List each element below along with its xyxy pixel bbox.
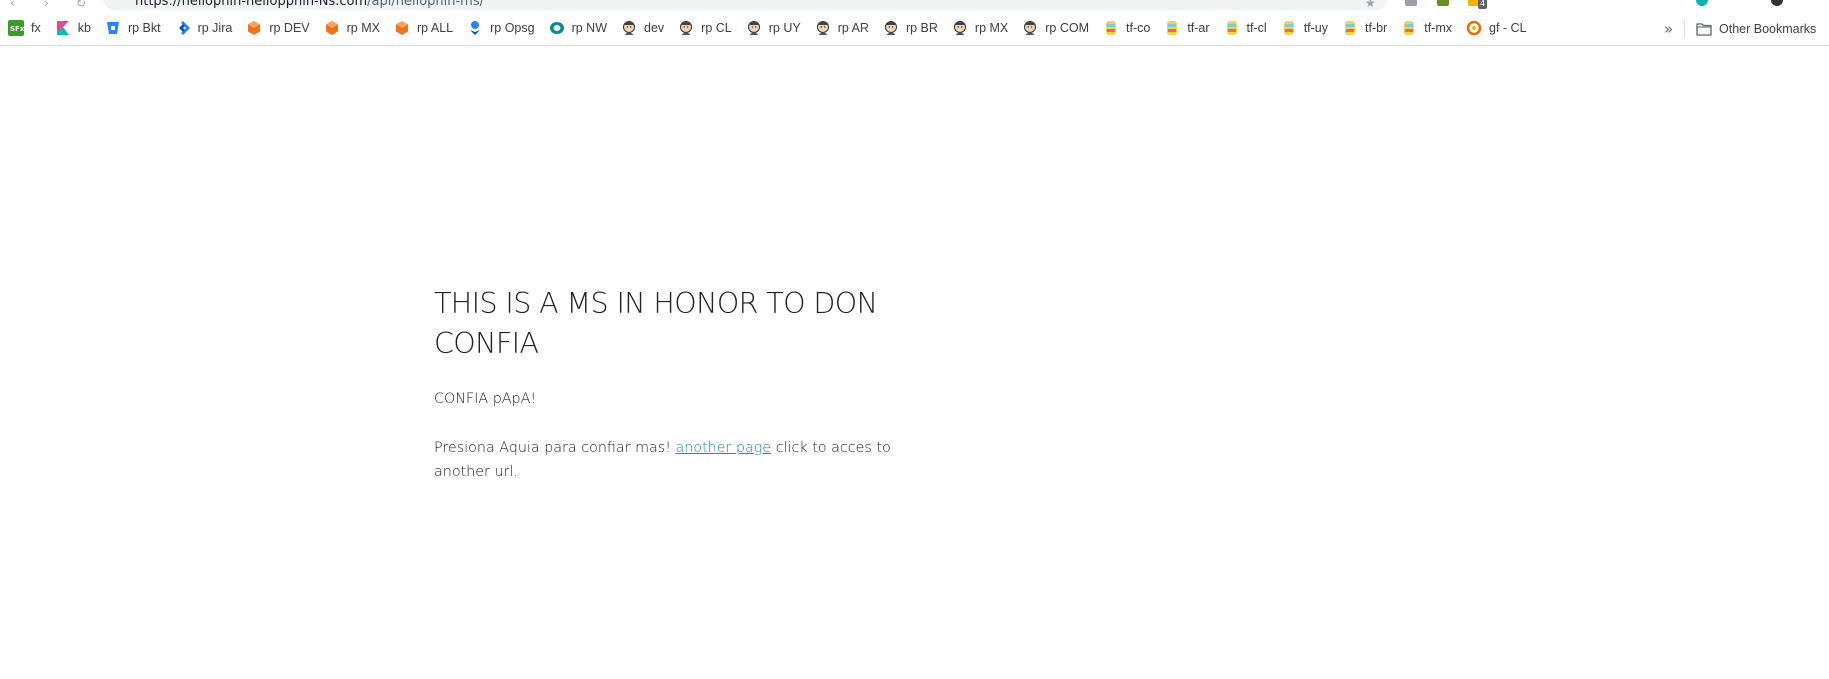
jira-icon <box>175 20 191 36</box>
bookmark-kb[interactable]: kb <box>55 15 91 41</box>
bookmark-label: tf-ar <box>1187 21 1210 35</box>
bookmark-tf-br[interactable]: tf-br <box>1342 15 1387 41</box>
bookmark-rp-ar[interactable]: rp AR <box>815 15 869 41</box>
jenkins-icon <box>883 20 899 36</box>
orange-hexagon-icon <box>246 20 262 36</box>
another-page-link[interactable]: another page <box>676 440 772 456</box>
bookmark-rp-br[interactable]: rp BR <box>883 15 938 41</box>
tagline: CONFIA pApA! <box>434 391 537 407</box>
bookmark-label: tf-cl <box>1246 21 1267 35</box>
teamcity-icon <box>1401 20 1417 36</box>
bookmark-rp-all[interactable]: rp ALL <box>394 15 453 41</box>
bookmarks-overflow-button[interactable]: » <box>1664 11 1673 46</box>
page-title: THIS IS A MS IN HONOR TO DON CONFIA <box>434 287 878 360</box>
bookmark-label: rp CL <box>701 21 732 35</box>
profile-avatar[interactable] <box>1771 0 1783 6</box>
bookmark-rp-mx[interactable]: rp MX <box>952 15 1008 41</box>
bookmark-fx[interactable]: SFx fx <box>8 15 41 41</box>
bookmark-label: rp Bkt <box>127 21 161 35</box>
other-bookmarks-label: Other Bookmarks <box>1719 21 1817 36</box>
link-intro-text: Presiona Aquia para confiar mas! <box>434 440 676 456</box>
jenkins-icon <box>1022 20 1038 36</box>
browser-toolbar: ‹ › ↻ https://hellophin-hellopphin-Ns.co… <box>0 0 1829 11</box>
folder-icon <box>1696 21 1712 37</box>
newrelic-icon <box>549 20 565 36</box>
svg-text:SFx: SFx <box>10 25 24 33</box>
jenkins-icon <box>815 20 831 36</box>
bookmark-label: rp MX <box>974 21 1009 35</box>
bookmark-tf-ar[interactable]: tf-ar <box>1164 15 1210 41</box>
teamcity-icon <box>1103 20 1119 36</box>
bookmark-label: gf - CL <box>1489 21 1527 35</box>
page-content: THIS IS A MS IN HONOR TO DON CONFIA CONF… <box>434 284 894 484</box>
jenkins-icon <box>621 20 637 36</box>
extension-badge: 4 <box>1478 0 1488 9</box>
opsgenie-icon <box>467 20 483 36</box>
bookmark-gf-cl[interactable]: gf - CL <box>1466 15 1527 41</box>
forward-icon[interactable]: › <box>44 0 49 10</box>
bookmark-label: rp ALL <box>416 21 454 35</box>
reload-icon[interactable]: ↻ <box>76 0 86 10</box>
bookmark-label: dev <box>644 21 665 35</box>
bookmark-tf-cl[interactable]: tf-cl <box>1224 15 1267 41</box>
back-icon[interactable]: ‹ <box>10 0 15 10</box>
bookmark-tf-mx[interactable]: tf-mx <box>1401 15 1452 41</box>
bookmark-rp-mx[interactable]: rp MX <box>324 15 380 41</box>
bookmark-tf-uy[interactable]: tf-uy <box>1281 15 1328 41</box>
bookmark-rp-uy[interactable]: rp UY <box>746 15 801 41</box>
bookmark-rp-bkt[interactable]: rp Bkt <box>105 15 161 41</box>
bookmark-label: rp UY <box>768 21 801 35</box>
bookmark-label: rp NW <box>571 21 607 35</box>
teamcity-icon <box>1224 20 1240 36</box>
kibana-icon <box>55 20 71 36</box>
bookmark-rp-com[interactable]: rp COM <box>1022 15 1089 41</box>
extension-icon[interactable] <box>1696 0 1708 6</box>
bookmark-label: tf-br <box>1365 21 1388 35</box>
jenkins-icon <box>952 20 968 36</box>
bookmark-rp-jira[interactable]: rp Jira <box>175 15 233 41</box>
bookmark-label: rp COM <box>1045 21 1089 35</box>
bookmark-label: tf-co <box>1126 21 1151 35</box>
bookmark-rp-cl[interactable]: rp CL <box>678 15 732 41</box>
teamcity-icon <box>1342 20 1358 36</box>
bookmark-rp-opsg[interactable]: rp Opsg <box>467 15 535 41</box>
bookmark-label: rp AR <box>837 21 869 35</box>
bookmark-label: kb <box>77 21 91 35</box>
address-url[interactable]: https://hellophin-hellopphin-Ns.com/api/… <box>135 0 484 9</box>
bookmark-label: rp Jira <box>197 21 233 35</box>
bookmark-label: rp Opsg <box>490 21 535 35</box>
divider <box>1684 20 1685 38</box>
bookmark-label: rp MX <box>346 21 380 35</box>
bookmark-rp-nw[interactable]: rp NW <box>549 15 607 41</box>
bitbucket-icon <box>105 20 121 36</box>
bookmark-rp-dev[interactable]: rp DEV <box>246 15 310 41</box>
jenkins-icon <box>678 20 694 36</box>
teamcity-icon <box>1164 20 1180 36</box>
bookmark-label: tf-mx <box>1424 21 1453 35</box>
bookmarks-bar: SFx fx kb rp Bkt rp Jira rp DEV rp MX rp ALL rp … <box>0 11 1829 46</box>
bookmark-label: rp BR <box>905 21 938 35</box>
bookmark-label: rp DEV <box>269 21 310 35</box>
orange-hexagon-icon <box>394 20 410 36</box>
orange-hexagon-icon <box>324 20 340 36</box>
other-bookmarks-button[interactable]: Other Bookmarks <box>1696 11 1816 46</box>
jenkins-icon <box>746 20 762 36</box>
bookmark-dev[interactable]: dev <box>621 15 664 41</box>
bookmark-label: fx <box>31 21 41 35</box>
extension-icon[interactable] <box>1437 0 1449 6</box>
grafana-icon <box>1466 20 1482 36</box>
link-paragraph: Presiona Aquia para confiar mas! another… <box>434 436 894 484</box>
sfx-logo-icon: SFx <box>8 20 24 36</box>
teamcity-icon <box>1281 20 1297 36</box>
star-icon[interactable]: ★ <box>1365 0 1376 10</box>
bookmark-tf-co[interactable]: tf-co <box>1103 15 1150 41</box>
bookmark-label: tf-uy <box>1303 21 1328 35</box>
extension-icon[interactable] <box>1405 0 1417 6</box>
